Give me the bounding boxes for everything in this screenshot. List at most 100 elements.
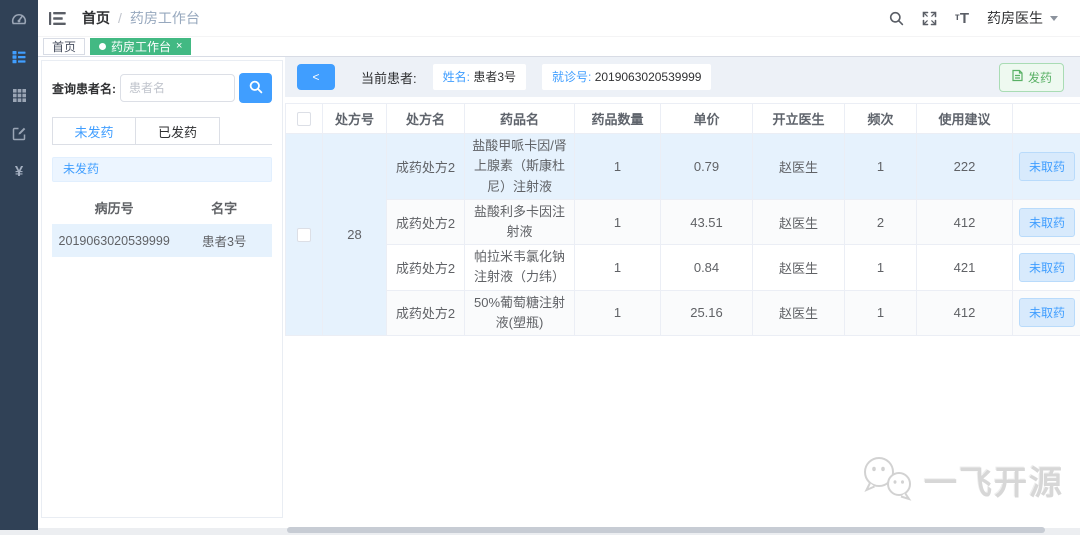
patient-name: 患者3号 bbox=[201, 235, 247, 249]
pickup-status-button[interactable]: 未取药 bbox=[1019, 252, 1076, 282]
horizontal-scrollbar-thumb[interactable] bbox=[287, 527, 1045, 533]
frequency-cell: 1 bbox=[844, 244, 917, 291]
action-cell: 未取药 bbox=[1012, 133, 1080, 200]
navbar-actions: тT 药房医生 bbox=[889, 8, 1058, 28]
action-cell: 未取药 bbox=[1012, 198, 1080, 246]
form-edit-icon bbox=[12, 126, 27, 141]
prescription-name-cell: 成药处方2 bbox=[386, 244, 465, 291]
tag-pharmacy-workbench[interactable]: 药房工作台 × bbox=[90, 38, 192, 55]
pickup-status-button[interactable]: 未取药 bbox=[1019, 298, 1076, 328]
fullscreen-icon[interactable] bbox=[922, 11, 937, 26]
doctor-cell: 赵医生 bbox=[752, 289, 845, 336]
visit-label: 就诊号: bbox=[552, 70, 592, 84]
price-cell: 43.51 bbox=[660, 198, 753, 246]
brand-name: 一飞开源 bbox=[924, 463, 1064, 501]
patient-list-row[interactable]: 2019063020539999 患者3号 bbox=[52, 224, 272, 257]
qty-cell: 1 bbox=[574, 289, 661, 336]
dispense-button[interactable]: 发药 bbox=[998, 62, 1064, 92]
drug-name-cell: 帕拉米韦氯化钠注射液（力纬） bbox=[464, 244, 575, 291]
prescription-table: 处方号 处方名 药品名 药品数量 单价 开立医生 频次 使用建议 28 成药处方… bbox=[285, 103, 1080, 336]
name-label: 姓名: bbox=[442, 70, 470, 84]
money-yen-icon: ¥ bbox=[14, 162, 24, 180]
action-cell: 未取药 bbox=[1012, 289, 1080, 336]
sidebar-item-form[interactable] bbox=[0, 114, 38, 152]
active-dot-icon bbox=[99, 43, 107, 50]
drug-name-cell: 盐酸利多卡因注射液 bbox=[464, 198, 575, 246]
header-checkbox-cell bbox=[285, 103, 323, 134]
pickup-status-button[interactable]: 未取药 bbox=[1019, 207, 1076, 237]
header-unit-price: 单价 bbox=[660, 103, 753, 134]
table-row: 成药处方2 帕拉米韦氯化钠注射液（力纬） 1 0.84 赵医生 1 421 未取… bbox=[286, 244, 1080, 291]
frequency-cell: 2 bbox=[844, 198, 917, 246]
document-icon bbox=[1011, 69, 1024, 85]
row-checkbox[interactable] bbox=[297, 228, 311, 243]
brand-logo-icon bbox=[858, 452, 916, 507]
qty-cell: 1 bbox=[574, 133, 661, 200]
close-icon[interactable]: × bbox=[176, 41, 182, 52]
frequency-cell: 1 bbox=[844, 133, 917, 200]
drug-name-cell: 盐酸甲哌卡因/肾上腺素（斯康杜尼）注射液 bbox=[464, 133, 575, 200]
advice-cell: 412 bbox=[916, 198, 1013, 246]
visit-value: 2019063020539999 bbox=[594, 70, 702, 84]
menu-list-icon bbox=[11, 49, 27, 65]
pickup-status-button[interactable]: 未取药 bbox=[1019, 152, 1076, 181]
patient-list-header: 病历号 名字 bbox=[52, 190, 272, 224]
advice-cell: 412 bbox=[916, 289, 1013, 336]
tab-dispensed[interactable]: 已发药 bbox=[136, 117, 220, 144]
header-prescription-no: 处方号 bbox=[322, 103, 387, 134]
top-navbar: 首页 / 药房工作台 тT 药房医生 bbox=[38, 0, 1080, 37]
patient-list-table: 病历号 名字 2019063020539999 患者3号 bbox=[52, 190, 272, 257]
patient-query-panel: 查询患者名: 未发药 已发药 未发药 病历号 名字 20190630205399… bbox=[41, 60, 283, 518]
tab-not-dispensed[interactable]: 未发药 bbox=[52, 117, 136, 144]
prescription-name-cell: 成药处方2 bbox=[386, 289, 465, 336]
header-prescription-name: 处方名 bbox=[386, 103, 465, 134]
price-cell: 25.16 bbox=[660, 289, 753, 336]
advice-cell: 222 bbox=[916, 133, 1013, 200]
user-name: 药房医生 bbox=[987, 10, 1043, 26]
tag-home[interactable]: 首页 bbox=[43, 38, 86, 55]
qty-cell: 1 bbox=[574, 198, 661, 246]
frequency-cell: 1 bbox=[844, 289, 917, 336]
header-drug-qty: 药品数量 bbox=[574, 103, 661, 134]
table-header-row: 处方号 处方名 药品名 药品数量 单价 开立医生 频次 使用建议 bbox=[285, 103, 1080, 134]
header-action bbox=[1012, 103, 1080, 134]
current-patient-label: 当前患者: bbox=[361, 70, 417, 86]
header-drug-name: 药品名 bbox=[464, 103, 575, 134]
price-cell: 0.84 bbox=[660, 244, 753, 291]
search-button[interactable] bbox=[239, 73, 272, 103]
sidebar-item-fees[interactable]: ¥ bbox=[0, 152, 38, 190]
prescription-name-cell: 成药处方2 bbox=[386, 198, 465, 246]
prescription-no-cell: 28 bbox=[322, 133, 387, 336]
patient-name-input[interactable] bbox=[120, 74, 235, 102]
header-doctor: 开立医生 bbox=[752, 103, 845, 134]
table-row: 成药处方2 盐酸利多卡因注射液 1 43.51 赵医生 2 412 未取药 bbox=[286, 198, 1080, 246]
sidebar-item-pharmacy-workbench[interactable] bbox=[0, 38, 38, 76]
font-size-icon[interactable]: тT bbox=[955, 11, 969, 26]
user-dropdown[interactable]: 药房医生 bbox=[987, 8, 1058, 28]
dispense-status-tabs: 未发药 已发药 bbox=[52, 117, 272, 145]
doctor-cell: 赵医生 bbox=[752, 198, 845, 246]
doctor-cell: 赵医生 bbox=[752, 133, 845, 200]
chevron-left-icon: < bbox=[312, 70, 320, 84]
dashboard-icon bbox=[11, 11, 27, 27]
search-icon[interactable] bbox=[889, 11, 904, 26]
collapse-panel-button[interactable]: < bbox=[297, 64, 335, 90]
breadcrumb-current: 药房工作台 bbox=[129, 10, 200, 26]
header-frequency: 频次 bbox=[844, 103, 917, 134]
name-value: 患者3号 bbox=[473, 70, 516, 84]
sidebar-item-table[interactable] bbox=[0, 76, 38, 114]
qty-cell: 1 bbox=[574, 244, 661, 291]
table-row: 28 成药处方2 盐酸甲哌卡因/肾上腺素（斯康杜尼）注射液 1 0.79 赵医生… bbox=[285, 133, 1080, 336]
doctor-cell: 赵医生 bbox=[752, 244, 845, 291]
status-banner: 未发药 bbox=[52, 157, 272, 182]
select-all-checkbox[interactable] bbox=[297, 112, 311, 127]
sidebar-item-dashboard[interactable] bbox=[0, 0, 38, 38]
table-row: 成药处方2 50%葡萄糖注射液(塑瓶) 1 25.16 赵医生 1 412 未取… bbox=[286, 289, 1080, 336]
breadcrumb-separator: / bbox=[118, 10, 122, 26]
row-checkbox-cell bbox=[285, 133, 323, 336]
patient-search-row: 查询患者名: bbox=[52, 73, 272, 103]
patient-name-box: 姓名: 患者3号 bbox=[432, 64, 526, 90]
breadcrumb-home[interactable]: 首页 bbox=[82, 8, 110, 28]
hamburger-icon[interactable] bbox=[49, 11, 66, 26]
prescription-name-cell: 成药处方2 bbox=[386, 133, 465, 200]
